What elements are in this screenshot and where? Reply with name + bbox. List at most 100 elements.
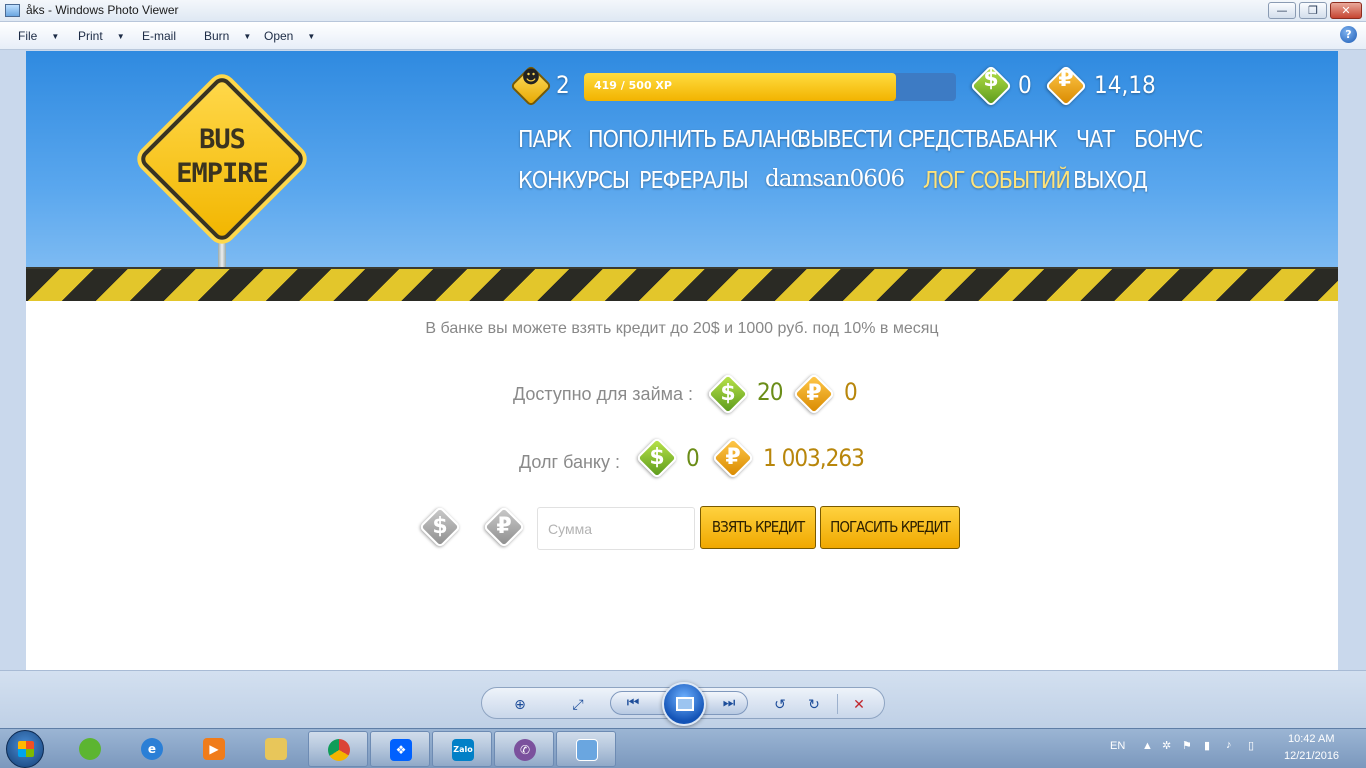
image-viewport: BUS EMPIRE ☻ 2 419 / 500 XP $ 0 ₽ 14,18 … — [0, 51, 1366, 670]
taskbar: e ▶ ❖ Zalo ✆ EN ▲ ✲ ⚑ ▮ ♪ ▯ 10:42 AM 12/… — [0, 728, 1366, 768]
rotate-counterclockwise-icon[interactable]: ↺ — [770, 696, 790, 714]
nav-referrals[interactable]: РЕФЕРАЛЫ — [639, 168, 749, 194]
system-tray: EN ▲ ✲ ⚑ ▮ ♪ ▯ 10:42 AM 12/21/2016 — [1106, 729, 1366, 768]
dollar-select-icon[interactable]: $ — [418, 505, 462, 549]
logo-line-1: BUS — [199, 124, 246, 155]
take-credit-button[interactable]: ВЗЯТЬ КРЕДИТ — [700, 506, 816, 549]
driver-glyph: ☻ — [521, 67, 541, 88]
volume-icon[interactable]: ♪ — [1226, 739, 1232, 751]
toolbar-divider — [837, 694, 838, 714]
dollar-icon: $ — [969, 64, 1013, 108]
help-icon[interactable]: ? — [1340, 26, 1357, 43]
menu-open[interactable]: Open ▼ — [264, 29, 315, 43]
taskbar-app-viber[interactable]: ✆ — [494, 731, 554, 767]
previous-icon[interactable]: ⏮ — [623, 694, 643, 712]
player-stats: ☻ 2 419 / 500 XP $ 0 ₽ 14,18 — [509, 61, 1156, 113]
zalo-icon: Zalo — [452, 739, 474, 761]
available-dollars: 20 — [757, 378, 783, 406]
amount-input[interactable] — [537, 507, 695, 550]
logo-line-2: EMPIRE — [176, 158, 269, 189]
available-label: Доступно для займа : — [513, 384, 694, 404]
minimize-button[interactable]: — — [1268, 2, 1296, 19]
chevron-down-icon: ▼ — [116, 32, 125, 41]
chevron-down-icon: ▼ — [307, 32, 316, 41]
menu-email[interactable]: E-mail — [142, 29, 176, 43]
bank-info-text: В банке вы можете взять кредит до 20$ и … — [425, 320, 939, 337]
ruble-glyph: ₽ — [725, 445, 741, 470]
taskbar-app-explorer[interactable] — [246, 731, 306, 767]
zoom-icon[interactable]: ⊕ — [510, 696, 530, 714]
clock-time[interactable]: 10:42 AM — [1288, 733, 1334, 745]
menu-burn-label: Burn — [204, 29, 230, 43]
debt-rubles: 1 003,263 — [763, 444, 865, 472]
nav-chat[interactable]: ЧАТ — [1076, 127, 1115, 153]
available-rubles: 0 — [844, 378, 858, 406]
menu-file[interactable]: File ▼ — [18, 29, 59, 43]
xp-label: 419 / 500 XP — [594, 79, 672, 92]
ruble-icon: ₽ — [792, 372, 836, 416]
clock-date[interactable]: 12/21/2016 — [1284, 750, 1339, 762]
game-header: BUS EMPIRE ☻ 2 419 / 500 XP $ 0 ₽ 14,18 … — [26, 51, 1338, 301]
taskbar-app-photo-viewer[interactable] — [556, 731, 616, 767]
menu-print-label: Print — [78, 29, 103, 43]
taskbar-app-chrome[interactable] — [308, 731, 368, 767]
nav-username[interactable]: damsan0606 — [765, 166, 905, 192]
nav-logout[interactable]: ВЫХОД — [1073, 168, 1148, 194]
ruble-select-icon[interactable]: ₽ — [482, 505, 526, 549]
xp-progress-bar: 419 / 500 XP — [584, 73, 956, 101]
taskbar-app-dropbox[interactable]: ❖ — [370, 731, 430, 767]
nav-bonus[interactable]: БОНУС — [1134, 127, 1203, 153]
next-icon[interactable]: ⏭ — [719, 694, 739, 712]
taskbar-app-zalo[interactable]: Zalo — [432, 731, 492, 767]
dollar-glyph: $ — [432, 514, 448, 539]
menu-print[interactable]: Print ▼ — [78, 29, 125, 43]
nav-contests[interactable]: КОНКУРСЫ — [518, 168, 630, 194]
dollar-glyph: $ — [720, 381, 736, 406]
ruble-icon: ₽ — [711, 436, 755, 480]
show-hidden-icons[interactable]: ▲ — [1142, 740, 1153, 752]
ruble-icon: ₽ — [1044, 64, 1088, 108]
language-indicator[interactable]: EN — [1110, 740, 1125, 752]
windows-logo-icon — [18, 741, 34, 757]
power-icon[interactable]: ▯ — [1248, 739, 1254, 752]
signal-icon[interactable]: ▮ — [1204, 739, 1210, 752]
menu-email-label: E-mail — [142, 29, 177, 43]
nav-bank[interactable]: БАНК — [1002, 127, 1058, 153]
nav-topup[interactable]: ПОПОЛНИТЬ БАЛАНС — [588, 127, 805, 153]
dollar-glyph: $ — [649, 445, 665, 470]
action-center-icon[interactable]: ⚑ — [1182, 739, 1192, 752]
nav-event-log[interactable]: ЛОГ СОБЫТИЙ — [923, 168, 1071, 194]
photo-viewer-taskbar-icon — [576, 739, 598, 761]
coccoc-icon — [79, 738, 101, 760]
displayed-image: BUS EMPIRE ☻ 2 419 / 500 XP $ 0 ₽ 14,18 … — [26, 51, 1338, 670]
ruble-glyph: ₽ — [496, 514, 512, 539]
folder-icon — [265, 738, 287, 760]
slideshow-button[interactable] — [662, 682, 706, 726]
taskbar-app-coccoc[interactable] — [60, 731, 120, 767]
viewer-toolbar: ⊕ ⤢ ⏮ ⏭ ↺ ↻ ✕ — [0, 670, 1366, 728]
menu-bar: File ▼ Print ▼ E-mail Burn ▼ Open ▼ ? — [0, 22, 1366, 50]
debt-dollars: 0 — [686, 444, 700, 472]
actual-size-icon[interactable]: ⤢ — [568, 696, 588, 714]
dropbox-icon: ❖ — [390, 739, 412, 761]
start-button[interactable] — [6, 730, 44, 768]
maximize-button[interactable]: ❐ — [1299, 2, 1327, 19]
nav-park[interactable]: ПАРК — [518, 127, 572, 153]
logo-text: BUS EMPIRE — [138, 123, 306, 191]
nav-withdraw[interactable]: ВЫВЕСТИ СРЕДСТВА — [797, 127, 1002, 153]
close-button[interactable]: ✕ — [1330, 2, 1362, 19]
viber-icon: ✆ — [514, 739, 536, 761]
taskbar-app-ie[interactable]: e — [122, 731, 182, 767]
dollar-icon: $ — [635, 436, 679, 480]
repay-credit-button[interactable]: ПОГАСИТЬ КРЕДИТ — [820, 506, 960, 549]
network-status-icon[interactable]: ✲ — [1162, 739, 1171, 752]
taskbar-app-media[interactable]: ▶ — [184, 731, 244, 767]
bus-empire-logo[interactable]: BUS EMPIRE — [137, 74, 307, 291]
internet-explorer-icon: e — [141, 738, 163, 760]
menu-burn[interactable]: Burn ▼ — [204, 29, 251, 43]
rotate-clockwise-icon[interactable]: ↻ — [804, 696, 824, 714]
ruble-balance: 14,18 — [1094, 71, 1156, 99]
photo-viewer-icon — [5, 4, 20, 17]
delete-icon[interactable]: ✕ — [849, 696, 869, 714]
hazard-stripe — [26, 267, 1338, 301]
